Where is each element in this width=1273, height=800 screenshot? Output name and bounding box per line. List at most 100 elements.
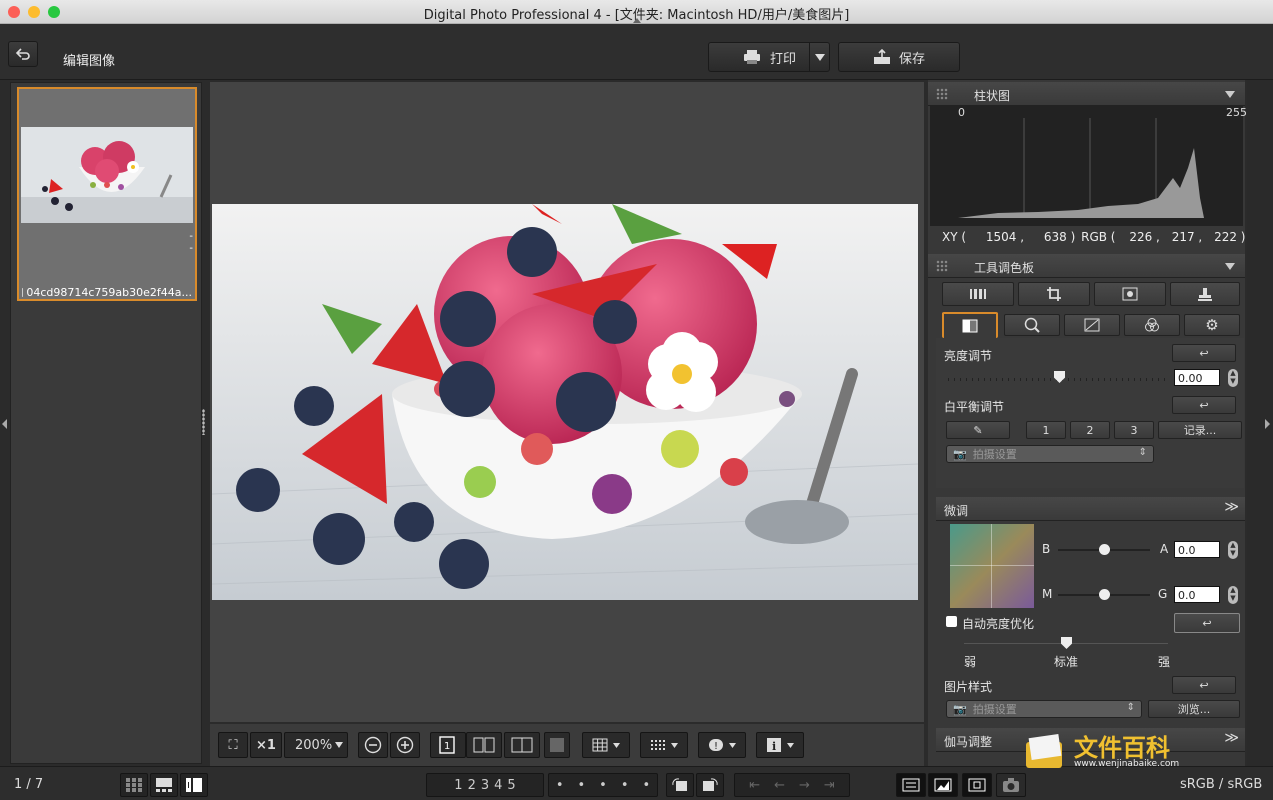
grid-button[interactable] <box>582 732 630 758</box>
ba-slider-handle[interactable] <box>1099 544 1110 555</box>
wb-register-button[interactable]: 记录... <box>1158 421 1242 439</box>
check-mark-1[interactable]: 1 <box>454 778 462 793</box>
tool-palette-header[interactable]: 工具调色板 <box>928 254 1245 278</box>
check-mark-3[interactable]: 3 <box>481 778 489 793</box>
tool-palette-toggle[interactable] <box>896 773 926 797</box>
mg-slider-handle[interactable] <box>1099 589 1110 600</box>
highlight-warning-button[interactable]: ! <box>698 732 746 758</box>
brightness-stepper[interactable]: ▲ ▼ <box>1228 369 1238 387</box>
rotate-right-button[interactable] <box>696 773 724 797</box>
picture-style-select[interactable]: 📷 拍摄设置 ⇕ <box>946 700 1142 718</box>
collapse-icon[interactable] <box>1225 91 1235 98</box>
ba-stepper[interactable]: ▲ ▼ <box>1228 541 1238 559</box>
mg-input[interactable]: 0.0 <box>1174 586 1220 603</box>
thumbnail-filename: 04cd98714c759ab30e2f44a... <box>26 286 192 299</box>
first-image-icon[interactable]: ⇤ <box>749 778 760 793</box>
browse-button[interactable]: 浏览... <box>1148 700 1240 718</box>
wb-preset-1[interactable]: 1 <box>1026 421 1066 439</box>
subtab-lens[interactable] <box>1004 314 1060 336</box>
prev-image-icon[interactable]: ← <box>774 778 785 793</box>
collapse-right-icon[interactable] <box>1265 419 1270 429</box>
collapse-toolbar-icon[interactable] <box>633 18 641 23</box>
fine-tune-title: 微调 <box>944 504 969 518</box>
split-view-button[interactable] <box>504 732 540 758</box>
histogram-toggle[interactable] <box>928 773 958 797</box>
brightness-reset-button[interactable]: ↩ <box>1172 344 1236 362</box>
thumbnail-card[interactable]: - - 04cd98714c759ab30e2f44a... <box>17 87 197 301</box>
wb-eyedropper-button[interactable]: ✎ <box>946 421 1010 439</box>
expand-icon[interactable]: ≫ <box>1224 499 1239 515</box>
rating-dot-icon[interactable]: • <box>577 778 585 793</box>
check-mark-2[interactable]: 2 <box>468 778 476 793</box>
check-mark-4[interactable]: 4 <box>494 778 502 793</box>
rating-dot-icon[interactable]: • <box>599 778 607 793</box>
camera-toggle[interactable] <box>996 773 1026 797</box>
wb-preset-2[interactable]: 2 <box>1070 421 1110 439</box>
expand-icon[interactable]: ≫ <box>1224 730 1239 746</box>
rotate-left-button[interactable] <box>666 773 694 797</box>
single-view-button[interactable]: 1 <box>430 732 466 758</box>
filmstrip-layout-button[interactable] <box>150 773 178 797</box>
rating-dot-icon[interactable]: • <box>556 778 564 793</box>
rating-dot-icon[interactable]: • <box>643 778 651 793</box>
print-button[interactable]: 打印 <box>708 42 830 72</box>
picture-style-label: 图片样式 <box>944 680 993 694</box>
panel-resize-handle[interactable] <box>202 409 205 435</box>
rotate-right-icon <box>703 778 718 791</box>
wb-select[interactable]: 📷 拍摄设置 ⇕ <box>946 445 1154 463</box>
right-edge-strip <box>1247 80 1273 766</box>
ba-input[interactable]: 0.0 <box>1174 541 1220 558</box>
save-button[interactable]: 保存 <box>838 42 960 72</box>
side-layout-button[interactable] <box>180 773 208 797</box>
last-image-icon[interactable]: ⇥ <box>824 778 835 793</box>
collapse-icon[interactable] <box>1225 263 1235 270</box>
tab-image-info[interactable] <box>1094 282 1166 306</box>
drag-grip-icon[interactable] <box>936 88 948 100</box>
color-grid[interactable] <box>950 524 1034 608</box>
subtab-settings[interactable]: ⚙ <box>1184 314 1240 336</box>
compare-view-button[interactable] <box>466 732 502 758</box>
histogram-header[interactable]: 柱状图 <box>928 82 1245 106</box>
wb-reset-button[interactable]: ↩ <box>1172 396 1236 414</box>
auto-lighting-checkbox[interactable] <box>946 616 957 627</box>
subtab-color[interactable] <box>1124 314 1180 336</box>
mg-stepper[interactable]: ▲ ▼ <box>1228 586 1238 604</box>
drag-grip-icon[interactable] <box>936 260 948 272</box>
rating-dot-icon[interactable]: • <box>621 778 629 793</box>
navigation-group: ⇤ ← → ⇥ <box>734 773 850 797</box>
printer-icon <box>743 50 760 64</box>
zoom-in-button[interactable] <box>390 732 420 758</box>
auto-lighting-slider-handle[interactable] <box>1061 637 1072 649</box>
tab-stamp[interactable] <box>1170 282 1240 306</box>
before-after-button[interactable] <box>544 732 570 758</box>
zoom-select[interactable]: 200% <box>284 732 348 758</box>
af-points-button[interactable] <box>640 732 688 758</box>
collapse-left-icon[interactable] <box>2 419 7 429</box>
tab-crop[interactable] <box>1018 282 1090 306</box>
watermark-text: 文件百科 <box>1074 733 1170 762</box>
wb-preset-3[interactable]: 3 <box>1114 421 1154 439</box>
info-button[interactable]: i <box>756 732 804 758</box>
tone-curve-icon <box>1084 318 1100 332</box>
brightness-input[interactable]: 0.00 <box>1174 369 1220 386</box>
back-button[interactable] <box>8 41 38 67</box>
compare-view-icon <box>473 737 495 753</box>
star-rating[interactable]: • • • • • <box>548 773 658 797</box>
grid-icon <box>592 738 620 752</box>
navigator-toggle[interactable] <box>962 773 992 797</box>
auto-lighting-reset-button[interactable]: ↩ <box>1174 613 1240 633</box>
print-dropdown-icon[interactable] <box>809 43 829 71</box>
image-viewer <box>210 82 924 722</box>
zoom-out-button[interactable] <box>358 732 388 758</box>
subtab-tone-curve[interactable] <box>1064 314 1120 336</box>
fit-screen-button[interactable]: ⛶ <box>218 732 248 758</box>
picture-style-reset-button[interactable]: ↩ <box>1172 676 1236 694</box>
fine-tune-header[interactable]: 微调 ≫ <box>936 497 1245 521</box>
grid-layout-button[interactable] <box>120 773 148 797</box>
save-label: 保存 <box>898 51 925 67</box>
check-mark-5[interactable]: 5 <box>507 778 515 793</box>
tab-raw-adjust[interactable] <box>942 282 1014 306</box>
zoom-100-button[interactable]: ×1 <box>250 732 282 758</box>
subtab-basic[interactable] <box>942 312 998 338</box>
next-image-icon[interactable]: → <box>799 778 810 793</box>
